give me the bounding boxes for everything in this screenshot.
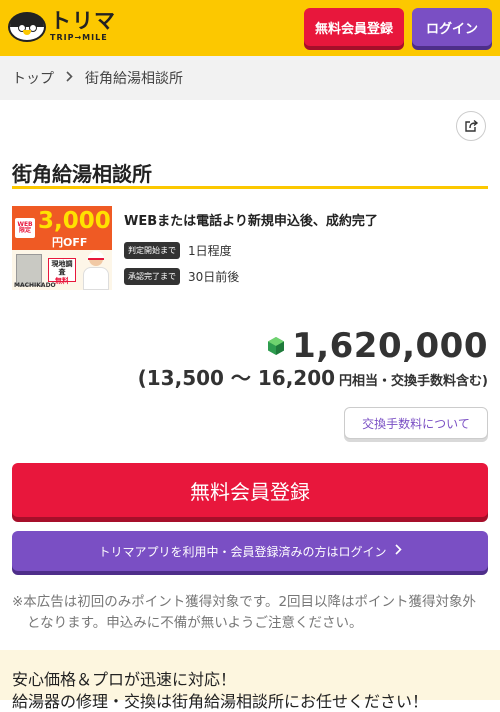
price-value: 1,620,000 (292, 326, 488, 366)
login-cta-button[interactable]: トリマアプリを利用中・会員登録済みの方はログイン (12, 531, 488, 571)
title-underline (12, 186, 488, 189)
row-value: 30日前後 (188, 270, 240, 284)
row-label: 判定開始まで (124, 242, 180, 259)
penguin-logo-icon (8, 11, 46, 42)
page-title: 街角給湯相談所 (12, 162, 152, 186)
row-label: 承認完了まで (124, 268, 180, 285)
banner-brand: MACHIKADO (14, 282, 56, 289)
price-range: (13,500 〜 16,200 円相当・交換手数料含む) (138, 362, 488, 391)
promo-line-2: 給湯器の修理・交換は街角給湯相談所にお任せください！ (12, 692, 429, 711)
share-icon (465, 119, 479, 132)
share-button[interactable] (456, 111, 486, 141)
gem-icon (268, 337, 285, 355)
notice-text: ※本広告は初回のみポイント獲得対象です。2回目以降はポイント獲得対象外となります… (12, 594, 477, 631)
reward-price: 1,620,000 (266, 326, 488, 366)
offer-row-judgement: 判定開始まで 1日程度 (124, 242, 232, 259)
logo-subtext: TRIP→MILE (50, 33, 108, 42)
range-suffix: 円相当・交換手数料含む) (339, 374, 488, 389)
register-cta-button[interactable]: 無料会員登録 (12, 463, 488, 517)
logo-text: トリマ (50, 9, 116, 33)
banner-off: 円OFF (52, 236, 88, 249)
offer-row-approval: 承認完了まで 30日前後 (124, 268, 239, 285)
banner-amount: 3,000 (38, 208, 111, 234)
chevron-right-icon (394, 544, 402, 558)
worker-illustration-icon (82, 251, 110, 290)
header: トリマ TRIP→MILE 無料会員登録 ログイン (0, 0, 500, 56)
header-login-button[interactable]: ログイン (412, 8, 492, 46)
offer-condition: WEBまたは電話より新規申込後、成約完了 (124, 214, 378, 229)
banner-web-tag: WEB 限定 (15, 218, 35, 238)
breadcrumb-current: 街角給湯相談所 (85, 71, 183, 87)
banner-survey-tag: 現地調査 無料 (48, 258, 76, 285)
row-value: 1日程度 (188, 244, 232, 258)
offer-banner-image: WEB 限定 3,000 円OFF 現地調査 無料 MACHIKADO (12, 206, 112, 290)
breadcrumb-home-link[interactable]: トップ (12, 68, 54, 88)
promo-line-1: 安心価格＆プロが迅速に対応！ (12, 670, 237, 689)
login-cta-label: トリマアプリを利用中・会員登録済みの方はログイン (98, 544, 387, 559)
trima-logo[interactable]: トリマ TRIP→MILE (8, 11, 116, 42)
exchange-fee-button[interactable]: 交換手数料について (344, 407, 488, 439)
range-values: (13,500 〜 16,200 (137, 366, 336, 390)
breadcrumb: トップ 街角給湯相談所 (0, 56, 500, 100)
chevron-right-icon (66, 71, 73, 85)
header-register-button[interactable]: 無料会員登録 (304, 8, 404, 46)
